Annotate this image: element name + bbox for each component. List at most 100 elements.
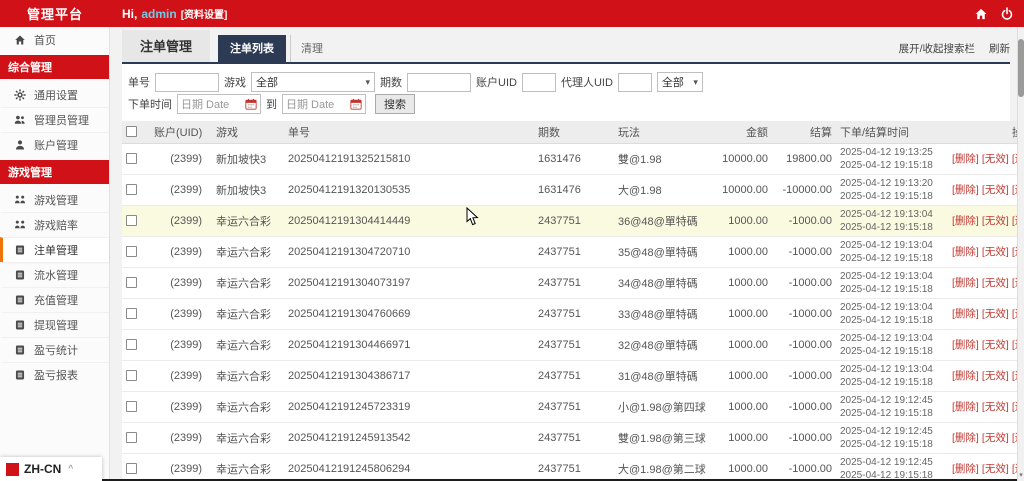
row-checkbox[interactable]: [126, 184, 137, 196]
power-logout-icon[interactable]: [1000, 6, 1014, 21]
select-all-checkbox[interactable]: [126, 126, 137, 138]
row-checkbox[interactable]: [126, 463, 137, 475]
doc-icon: [14, 319, 26, 331]
account-uid-input[interactable]: [521, 72, 556, 92]
action-link[interactable]: [无效]: [982, 339, 1009, 351]
cell-play: 大@1.98@第二球: [614, 453, 710, 481]
cell-order-no: 20250412191304720710: [284, 236, 534, 268]
sidebar-item[interactable]: 注单管理: [0, 237, 109, 262]
cell-settle: -1000.00: [772, 267, 836, 299]
cell-account-uid: (2399): [150, 205, 212, 237]
sidebar: 首页 综合管理 通用设置 管理员管理 账户管理 游戏管理 游戏管理 游戏赔率 注单管理 流水管理充…: [0, 27, 110, 481]
sidebar-item[interactable]: 提现管理: [0, 312, 109, 337]
cell-period: 2437751: [534, 298, 614, 330]
tab-cleanup[interactable]: 清理: [290, 35, 333, 62]
user-greeting: Hi, admin [资料设置]: [122, 6, 228, 22]
cell-settle: -1000.00: [772, 329, 836, 361]
row-checkbox-cell: [122, 391, 150, 423]
sidebar-item[interactable]: 管理员管理: [0, 107, 109, 132]
order-table-body: (2399) 新加坡快3 20250412191325215810 1631476 雙@…: [122, 143, 1024, 481]
home-icon[interactable]: [974, 7, 988, 21]
action-link[interactable]: [无效]: [982, 215, 1009, 227]
row-checkbox[interactable]: [126, 246, 137, 258]
action-link[interactable]: [无效]: [982, 432, 1009, 444]
refresh-link[interactable]: 刷新: [989, 41, 1010, 56]
search-button[interactable]: 搜索: [375, 94, 415, 114]
language-selector[interactable]: ZH-CN ^: [0, 457, 102, 481]
action-link[interactable]: [删除]: [952, 339, 979, 351]
row-checkbox[interactable]: [126, 308, 137, 320]
sidebar-item[interactable]: 流水管理: [0, 262, 109, 287]
action-link[interactable]: [删除]: [952, 277, 979, 289]
cell-times: 2025-04-12 19:13:04 2025-04-12 19:15:18: [836, 360, 948, 392]
sidebar-item[interactable]: 账户管理: [0, 132, 109, 157]
action-link[interactable]: [删除]: [952, 463, 979, 475]
sidebar-item[interactable]: 盈亏报表: [0, 362, 109, 387]
sidebar-item[interactable]: 游戏赔率: [0, 212, 109, 237]
orders-table: 账户(UID) 游戏 单号 期数 玩法 金额 结算 下单/结算时间 操作 (23…: [122, 121, 1024, 481]
sidebar-item[interactable]: 充值管理: [0, 287, 109, 312]
order-no-input[interactable]: [155, 72, 219, 92]
cell-amount: 1000.00: [710, 298, 772, 330]
action-link[interactable]: [删除]: [952, 432, 979, 444]
page-title-tab[interactable]: 注单管理: [122, 30, 211, 62]
action-link[interactable]: [无效]: [982, 277, 1009, 289]
action-link[interactable]: [无效]: [982, 463, 1009, 475]
cell-account-uid: (2399): [150, 267, 212, 299]
period-input[interactable]: [407, 72, 471, 92]
date-to-label: 到: [266, 99, 277, 111]
action-link[interactable]: [删除]: [952, 153, 979, 165]
row-checkbox[interactable]: [126, 153, 137, 165]
row-checkbox[interactable]: [126, 339, 137, 351]
game-label: 游戏: [224, 77, 246, 89]
sidebar-section-header: 游戏管理: [0, 160, 109, 184]
vertical-scrollbar[interactable]: ▾: [1017, 27, 1024, 481]
action-link[interactable]: [删除]: [952, 246, 979, 258]
status-select[interactable]: 全部 ▾: [656, 72, 703, 92]
users-icon: [14, 114, 26, 126]
action-link[interactable]: [无效]: [982, 401, 1009, 413]
row-checkbox[interactable]: [126, 401, 137, 413]
action-link[interactable]: [删除]: [952, 308, 979, 320]
row-checkbox[interactable]: [126, 370, 137, 382]
scrollbar-thumb[interactable]: [1018, 39, 1024, 97]
action-link[interactable]: [删除]: [952, 401, 979, 413]
scroll-down-arrow-icon[interactable]: ▾: [1018, 471, 1024, 481]
cell-account-uid: (2399): [150, 236, 212, 268]
sidebar-item-label: 游戏赔率: [34, 220, 78, 232]
agent-uid-input[interactable]: [617, 72, 652, 92]
action-link[interactable]: [无效]: [982, 370, 1009, 382]
sidebar-item[interactable]: 游戏管理: [0, 187, 109, 212]
tab-order-list[interactable]: 注单列表: [218, 35, 287, 62]
profile-settings-link[interactable]: [资料设置]: [181, 6, 228, 21]
date-to-input[interactable]: 日期 Date: [282, 94, 366, 114]
action-link[interactable]: [无效]: [982, 246, 1009, 258]
toggle-search-link[interactable]: 展开/收起搜索栏: [899, 41, 975, 56]
cell-settle: -1000.00: [772, 236, 836, 268]
sidebar-item-label: 盈亏报表: [34, 370, 78, 382]
action-link[interactable]: [删除]: [952, 215, 979, 227]
cell-play: 雙@1.98@第三球: [614, 422, 710, 454]
row-checkbox[interactable]: [126, 432, 137, 444]
cell-play: 34@48@單特碼: [614, 267, 710, 299]
cell-play: 35@48@單特碼: [614, 236, 710, 268]
date-from-input[interactable]: 日期 Date: [177, 94, 261, 114]
action-link[interactable]: [无效]: [982, 184, 1009, 196]
action-link[interactable]: [无效]: [982, 308, 1009, 320]
row-checkbox[interactable]: [126, 215, 137, 227]
game-select[interactable]: 全部 ▾: [251, 72, 375, 92]
action-link[interactable]: [无效]: [982, 153, 1009, 165]
sidebar-item[interactable]: 通用设置: [0, 82, 109, 107]
action-link[interactable]: [删除]: [952, 184, 979, 196]
table-row: (2399) 幸运六合彩 20250412191304760669 2437751 33…: [122, 298, 1024, 330]
sidebar-item[interactable]: 首页: [0, 27, 109, 52]
period-label: 期数: [380, 77, 402, 89]
sidebar-item[interactable]: 盈亏统计: [0, 337, 109, 362]
doc-icon: [14, 344, 26, 356]
row-checkbox[interactable]: [126, 277, 137, 289]
cell-times: 2025-04-12 19:13:04 2025-04-12 19:15:18: [836, 267, 948, 299]
row-checkbox-cell: [122, 360, 150, 392]
cell-actions: [删除] [无效] [违规]: [948, 205, 1024, 237]
cell-game: 幸运六合彩: [212, 298, 284, 330]
action-link[interactable]: [删除]: [952, 370, 979, 382]
